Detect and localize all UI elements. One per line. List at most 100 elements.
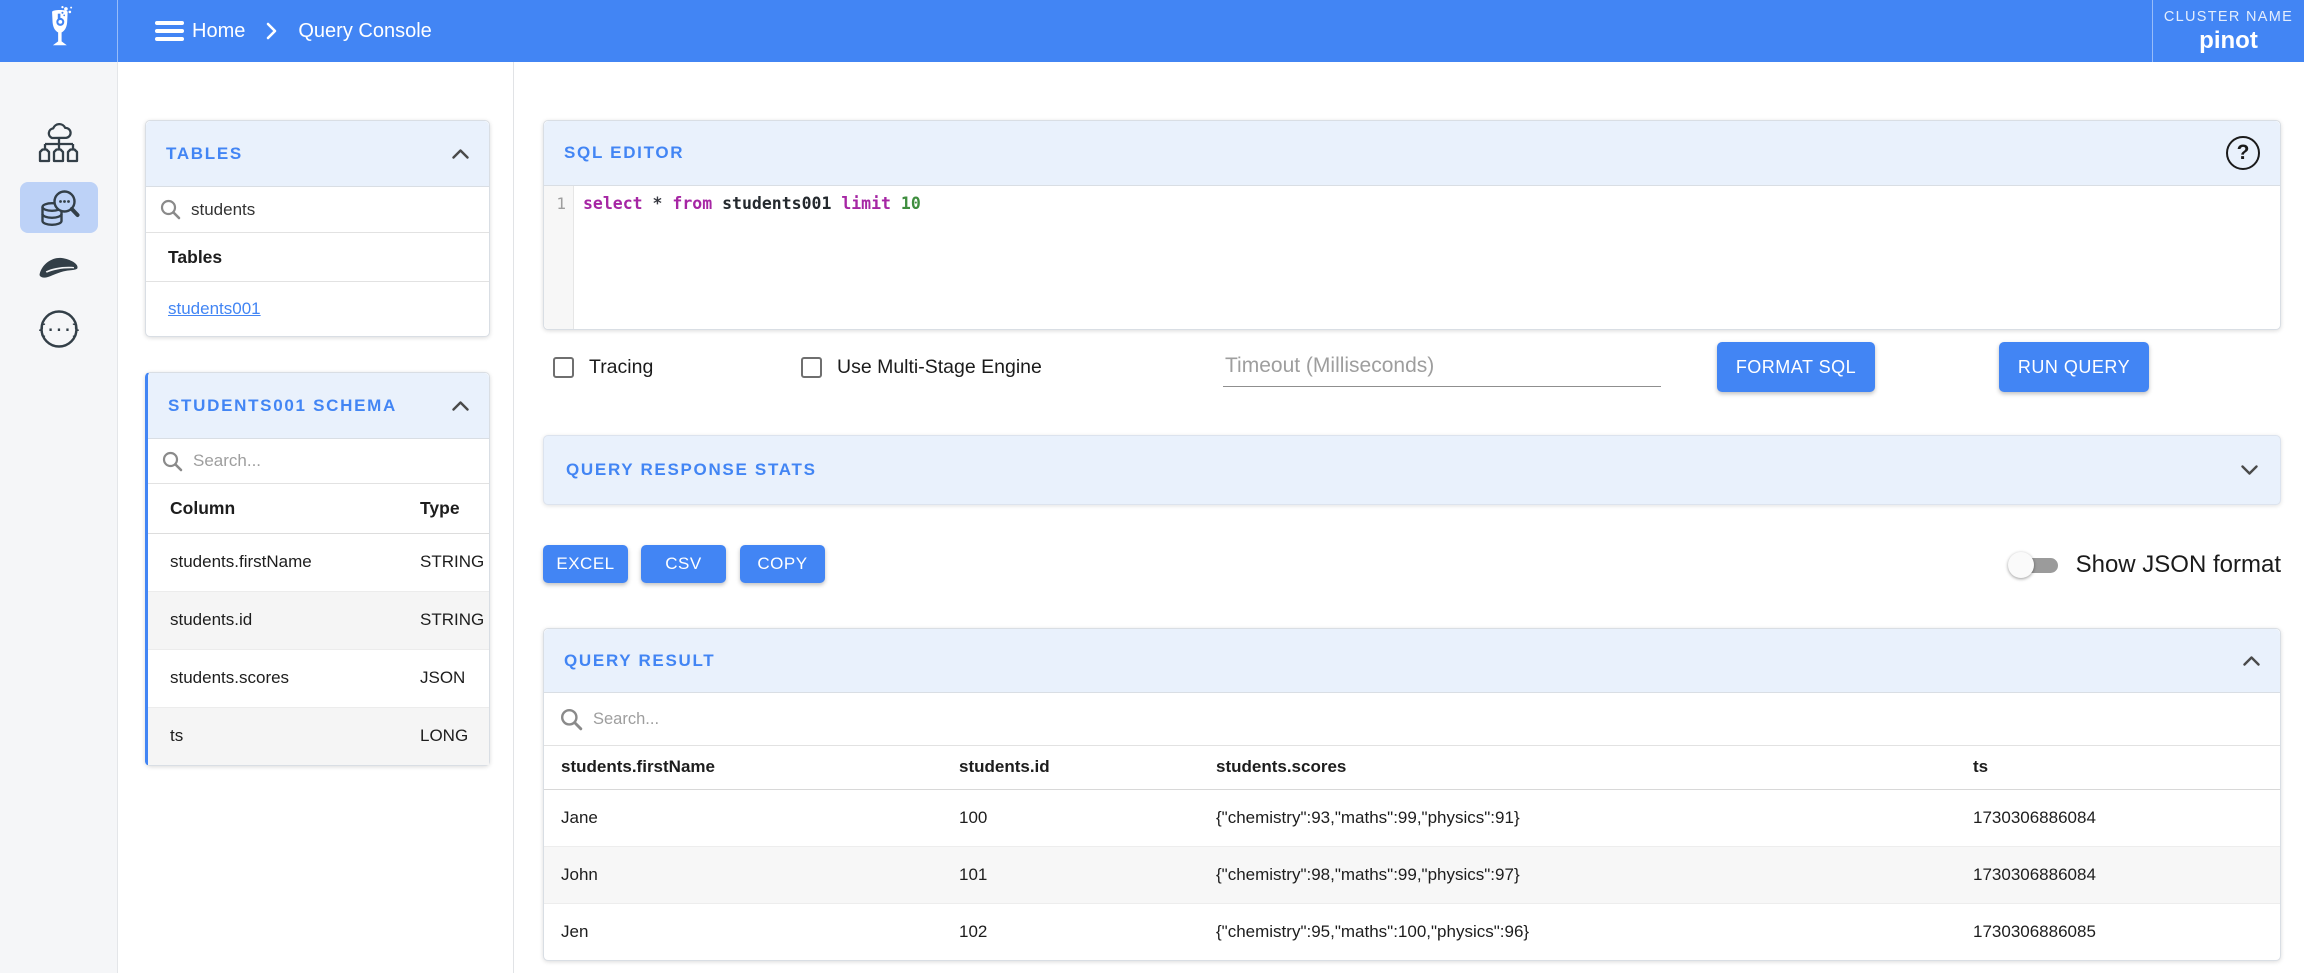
cluster-manager-icon <box>37 123 81 167</box>
schema-search-row <box>148 439 489 484</box>
result-cell: {"chemistry":98,"maths":99,"physics":97} <box>1199 846 1956 903</box>
sql-token: * <box>643 194 673 213</box>
sidebar-item-query-console[interactable] <box>20 182 98 233</box>
tracing-label: Tracing <box>589 356 653 379</box>
schema-table: Column Type students.firstNameSTRINGstud… <box>148 484 489 765</box>
result-cell: 1730306886084 <box>1956 789 2280 846</box>
schema-column-name: ts <box>148 707 398 765</box>
schema-row: students.scoresJSON <box>148 649 489 707</box>
schema-row: students.idSTRING <box>148 591 489 649</box>
result-cell: Jane <box>544 789 942 846</box>
sql-token <box>891 194 901 213</box>
sql-editor-header: SQL EDITOR ? <box>544 121 2280 186</box>
line-number-gutter: 1 <box>544 186 574 329</box>
search-icon <box>560 708 583 731</box>
cluster-info: CLUSTER NAME pinot <box>2152 0 2304 62</box>
nav-sidebar: {···} <box>0 62 118 973</box>
pinot-wine-glass-icon <box>33 5 85 57</box>
query-response-stats-title: QUERY RESPONSE STATS <box>566 460 817 480</box>
result-search-input[interactable] <box>593 710 2264 729</box>
schema-panel: STUDENTS001 SCHEMA Column Type students.… <box>145 372 490 766</box>
sidebar-item-zookeeper[interactable] <box>37 245 81 289</box>
result-row: Jen102{"chemistry":95,"maths":100,"physi… <box>544 903 2280 960</box>
query-result-title: QUERY RESULT <box>564 651 715 671</box>
json-format-toggle-group: Show JSON format <box>2008 545 2281 585</box>
multi-stage-label: Use Multi-Stage Engine <box>837 356 1042 379</box>
sql-token: from <box>672 194 712 213</box>
zookeeper-icon <box>37 251 81 283</box>
cluster-name-value: pinot <box>2153 27 2304 55</box>
table-list-item: students001 <box>146 282 489 336</box>
sql-code-line[interactable]: select * from students001 limit 10 <box>574 186 2280 329</box>
result-table-body: Jane100{"chemistry":93,"maths":99,"physi… <box>544 789 2280 960</box>
schema-column-name: students.id <box>148 591 398 649</box>
tables-panel: TABLES Tables students001 <box>145 120 490 337</box>
format-sql-button[interactable]: FORMAT SQL <box>1717 342 1875 392</box>
result-cell: {"chemistry":95,"maths":100,"physics":96… <box>1199 903 1956 960</box>
result-row: John101{"chemistry":98,"maths":99,"physi… <box>544 846 2280 903</box>
swagger-api-icon: {···} <box>38 308 80 350</box>
expand-down-icon[interactable] <box>2241 465 2258 475</box>
tracing-checkbox-group[interactable]: Tracing <box>553 340 653 394</box>
breadcrumb-home-link[interactable]: Home <box>192 20 245 43</box>
schema-col-header: Column <box>148 484 398 533</box>
schema-column-type: LONG <box>398 707 489 765</box>
result-cell: 101 <box>942 846 1199 903</box>
result-cell: 102 <box>942 903 1199 960</box>
result-cell: {"chemistry":93,"maths":99,"physics":91} <box>1199 789 1956 846</box>
breadcrumb: Home Query Console <box>192 0 432 62</box>
sql-editor-panel: SQL EDITOR ? 1 select * from students001… <box>543 120 2281 330</box>
sql-editor-title: SQL EDITOR <box>564 143 684 163</box>
cluster-name-label: CLUSTER NAME <box>2153 9 2304 25</box>
sql-token: 10 <box>901 194 921 213</box>
result-cell: John <box>544 846 942 903</box>
line-number: 1 <box>556 194 566 213</box>
sidebar-item-swagger-api[interactable]: {···} <box>37 307 81 351</box>
sql-code-editor[interactable]: 1 select * from students001 limit 10 <box>544 186 2280 329</box>
tracing-checkbox[interactable] <box>553 357 574 378</box>
sidebar-item-cluster-manager[interactable] <box>37 123 81 167</box>
tables-search-row <box>146 187 489 233</box>
copy-button[interactable]: COPY <box>740 545 825 583</box>
query-response-stats-panel[interactable]: QUERY RESPONSE STATS <box>543 435 2281 505</box>
schema-row: students.firstNameSTRING <box>148 533 489 591</box>
result-column-header: ts <box>1956 746 2280 789</box>
result-cell: 100 <box>942 789 1199 846</box>
menu-button[interactable] <box>155 21 184 41</box>
csv-button[interactable]: CSV <box>641 545 726 583</box>
query-result-panel: QUERY RESULT students.firstName students.… <box>543 628 2281 961</box>
multi-stage-checkbox[interactable] <box>801 357 822 378</box>
multi-stage-checkbox-group[interactable]: Use Multi-Stage Engine <box>801 340 1042 394</box>
sql-token: limit <box>841 194 891 213</box>
table-link-students001[interactable]: students001 <box>168 299 261 319</box>
query-result-header[interactable]: QUERY RESULT <box>544 629 2280 693</box>
tables-search-input[interactable] <box>191 200 475 220</box>
timeout-input[interactable] <box>1223 348 1661 387</box>
result-row: Jane100{"chemistry":93,"maths":99,"physi… <box>544 789 2280 846</box>
result-cell: 1730306886085 <box>1956 903 2280 960</box>
schema-type-header: Type <box>398 484 489 533</box>
search-icon <box>160 199 181 220</box>
schema-column-name: students.firstName <box>148 533 398 591</box>
result-column-header: students.scores <box>1199 746 1956 789</box>
help-icon[interactable]: ? <box>2226 136 2260 170</box>
schema-column-type: JSON <box>398 649 489 707</box>
timeout-field <box>1223 348 1661 387</box>
collapse-up-icon[interactable] <box>452 149 469 159</box>
pinot-logo[interactable] <box>0 0 118 62</box>
show-json-toggle[interactable] <box>2008 551 2060 579</box>
tables-panel-title: TABLES <box>166 144 243 164</box>
tables-panel-header[interactable]: TABLES <box>146 121 489 187</box>
tables-section-label: Tables <box>146 233 489 282</box>
result-column-header: students.firstName <box>544 746 942 789</box>
excel-button[interactable]: EXCEL <box>543 545 628 583</box>
collapse-up-icon[interactable] <box>2243 656 2260 666</box>
sql-token: select <box>583 194 643 213</box>
schema-column-name: students.scores <box>148 649 398 707</box>
schema-search-input[interactable] <box>193 451 475 471</box>
schema-panel-header[interactable]: STUDENTS001 SCHEMA <box>148 373 489 439</box>
run-query-button[interactable]: RUN QUERY <box>1999 342 2149 392</box>
breadcrumb-current: Query Console <box>298 20 431 43</box>
search-icon <box>162 451 183 472</box>
collapse-up-icon[interactable] <box>452 401 469 411</box>
